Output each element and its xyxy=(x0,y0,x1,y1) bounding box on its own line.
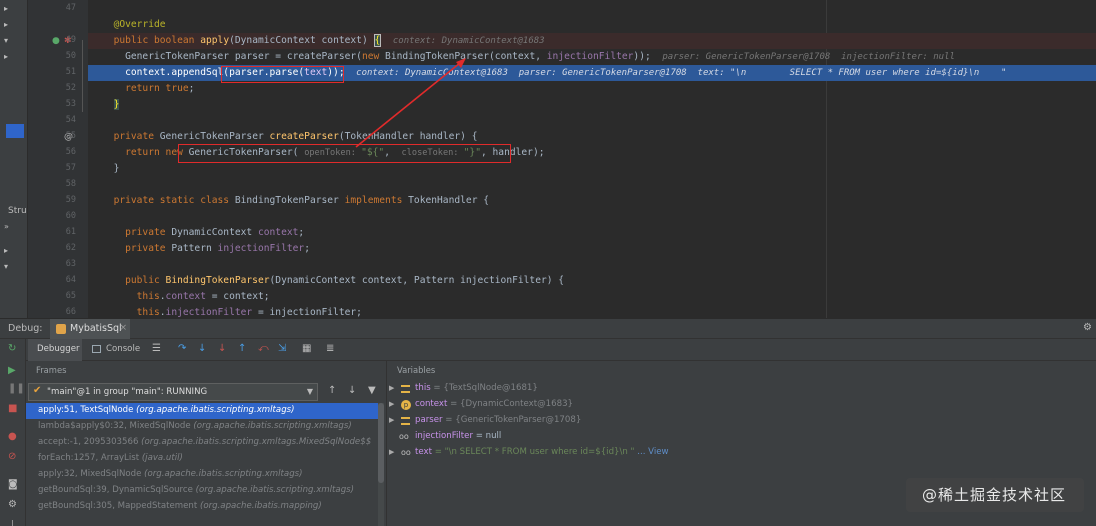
parameter-icon: p xyxy=(401,400,411,410)
pause-icon[interactable]: ❚❚ xyxy=(8,383,25,394)
watermark: @稀土掘金技术社区 xyxy=(906,478,1084,512)
expand-icon[interactable]: ▶ xyxy=(389,445,394,461)
pin-icon[interactable]: ⊥ xyxy=(8,519,17,526)
debug-tool-window: Debug: MybatisSql × ⚙ ↻ ▶ ❚❚ ■ ● ⊘ ◙ ⚙ ⊥… xyxy=(0,318,1096,526)
expand-icon[interactable]: ▸ xyxy=(4,52,8,61)
mute-breakpoints-icon[interactable]: ⊘ xyxy=(8,451,16,462)
trace-icon[interactable]: ≣ xyxy=(326,343,334,354)
run-to-cursor-icon[interactable]: ⇲ xyxy=(278,343,286,354)
debug-session-tab[interactable]: MybatisSql × xyxy=(50,319,130,339)
gear-icon[interactable]: ⚙ xyxy=(1083,322,1092,333)
stop-icon[interactable]: ■ xyxy=(8,403,17,414)
arrow-up-icon[interactable]: ↑ xyxy=(328,385,336,396)
session-tab-label: MybatisSql xyxy=(70,323,122,334)
frame-row[interactable]: accept:-1, 2095303566 (org.apache.ibatis… xyxy=(26,435,378,451)
arrow-down-icon[interactable]: ↓ xyxy=(348,385,356,396)
debug-side-toolbar: ↻ ▶ ❚❚ ■ ● ⊘ ◙ ⚙ ⊥ xyxy=(0,339,26,526)
thread-selector[interactable]: ✔ "main"@1 in group "main": RUNNING ▼ xyxy=(28,383,318,401)
frame-row[interactable]: getBoundSql:39, DynamicSqlSource (org.ap… xyxy=(26,483,378,499)
frames-scrollbar[interactable] xyxy=(378,403,384,526)
frame-row-selected[interactable]: apply:51, TextSqlNode (org.apache.ibatis… xyxy=(26,403,378,419)
frame-row[interactable]: apply:32, MixedSqlNode (org.apache.ibati… xyxy=(26,467,378,483)
view-breakpoints-icon[interactable]: ● xyxy=(8,431,17,442)
expand-icon[interactable]: ▶ xyxy=(389,413,394,429)
frame-list: apply:51, TextSqlNode (org.apache.ibatis… xyxy=(26,403,378,526)
rerun-icon[interactable]: ↻ xyxy=(8,343,16,354)
thread-label: "main"@1 in group "main": RUNNING xyxy=(47,387,208,397)
expand-icon[interactable]: ▶ xyxy=(389,381,394,397)
expand-icon[interactable]: ▶ xyxy=(389,397,394,413)
scrollbar-thumb[interactable] xyxy=(378,403,384,483)
selected-tree-item[interactable] xyxy=(6,124,24,138)
expand-icon[interactable]: ▸ xyxy=(4,20,8,29)
filter-icon[interactable]: ▼ xyxy=(368,385,376,396)
collapse-icon[interactable]: ▾ xyxy=(4,36,8,45)
menu-icon[interactable]: ☰ xyxy=(152,343,161,354)
annotation-arrow xyxy=(355,58,466,148)
console-icon xyxy=(92,345,101,353)
structure-tab[interactable]: Stru xyxy=(8,206,27,216)
debug-title: Debug: xyxy=(8,323,43,334)
check-icon: ✔ xyxy=(33,385,42,396)
local-variable-icon xyxy=(401,417,410,425)
resume-icon[interactable]: ▶ xyxy=(8,365,16,376)
frame-row[interactable]: getBoundSql:305, MappedStatement (org.ap… xyxy=(26,499,378,515)
debug-header: Debug: MybatisSql × ⚙ xyxy=(0,319,1096,339)
left-tool-strip: ▸ ▸ ▾ ▸ Stru » ▸ ▾ xyxy=(0,0,28,318)
step-into-icon[interactable]: ↓ xyxy=(198,343,206,354)
gear-icon[interactable]: ⚙ xyxy=(8,499,17,510)
view-link[interactable]: ... View xyxy=(635,447,668,457)
evaluate-expression-icon[interactable]: ▦ xyxy=(302,343,311,354)
step-out-icon[interactable]: ↑ xyxy=(238,343,246,354)
variables-label: Variables xyxy=(397,365,436,375)
field-watch-icon: oo xyxy=(399,432,409,441)
chevron-down-icon: ▼ xyxy=(306,387,313,396)
close-icon[interactable]: × xyxy=(119,323,127,333)
tab-debugger[interactable]: Debugger xyxy=(28,339,82,361)
chevron-down-icon[interactable]: » xyxy=(4,222,9,231)
camera-icon[interactable]: ◙ xyxy=(8,479,18,490)
field-watch-icon: oo xyxy=(401,448,411,457)
frames-pane: Frames ✔ "main"@1 in group "main": RUNNI… xyxy=(26,361,384,526)
debug-toolbar: Debugger Console ☰ ↷ ↓ ↓ ↑ ⤺ ⇲ ▦ ≣ xyxy=(26,339,1096,361)
drop-frame-icon[interactable]: ⤺ xyxy=(258,343,269,354)
frame-row[interactable]: lambda$apply$0:32, MixedSqlNode (org.apa… xyxy=(26,419,378,435)
frame-row[interactable]: forEach:1257, ArrayList (java.util) xyxy=(26,451,378,467)
collapse-icon[interactable]: ▾ xyxy=(4,262,8,271)
code-editor[interactable]: 47 ● ✱ 49 50 51 52 53 54 @ 55 56 57 58 5… xyxy=(28,0,1096,318)
expand-icon[interactable]: ▸ xyxy=(4,246,8,255)
object-icon xyxy=(401,385,410,393)
force-step-into-icon[interactable]: ↓ xyxy=(218,343,226,354)
frames-label: Frames xyxy=(36,365,67,375)
run-config-icon xyxy=(56,324,66,334)
expand-icon[interactable]: ▸ xyxy=(4,4,8,13)
step-over-icon[interactable]: ↷ xyxy=(178,343,186,354)
